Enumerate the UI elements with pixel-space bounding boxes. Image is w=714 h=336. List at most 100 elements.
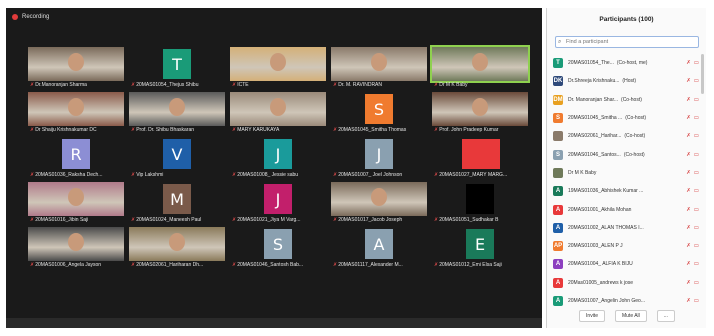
video-tile[interactable]: A ✗20MAS01117_Alexander M... (329, 224, 430, 269)
participant-list: T 20MAS01054_The... (Co-host, me) ✗ ▭ DK Dr.Sh… (553, 54, 701, 306)
participant-name-label: ✗20MAS01021_Jiya M Varg... (232, 217, 326, 224)
video-tile[interactable]: T ✗20MAS01054_Thejus Shibu (127, 44, 228, 89)
participant-video-image (432, 47, 528, 81)
video-tile[interactable]: M ✗20MAS01024_Maneesh Paul (127, 179, 228, 224)
muted-mic-icon: ✗ (434, 217, 439, 223)
muted-mic-icon: ✗ (232, 82, 237, 88)
video-tile[interactable]: ✗Prof. John Pradeep Kumar (430, 89, 531, 134)
video-tile[interactable]: ✗Dr M K Baby (430, 44, 531, 89)
video-off-icon[interactable]: ▭ (694, 280, 699, 286)
muted-mic-icon[interactable]: ✗ (686, 78, 691, 84)
video-tile[interactable]: ✗20MAS02061_Hariharan Dh... (127, 224, 228, 269)
video-tile[interactable]: ✗Dr. M. RAVINDRAN (329, 44, 430, 89)
muted-mic-icon[interactable]: ✗ (686, 152, 691, 158)
participant-row[interactable]: S 20MAS01046_Santos... (Co-host) ✗ ▭ (553, 145, 701, 163)
muted-mic-icon[interactable]: ✗ (686, 298, 691, 304)
video-tile[interactable]: ✗MARY KARUKAYA (228, 89, 329, 134)
video-off-icon[interactable]: ▭ (694, 243, 699, 249)
muted-mic-icon[interactable]: ✗ (686, 207, 691, 213)
participant-name-label: ✗Vip Lakshmi (131, 172, 225, 179)
video-off-icon[interactable]: ▭ (694, 225, 699, 231)
video-tile[interactable]: J ✗20MAS01021_Jiya M Varg... (228, 179, 329, 224)
participant-row[interactable]: Dr M K Baby ✗ ▭ (553, 164, 701, 182)
participant-face (472, 53, 488, 71)
video-tile[interactable]: J ✗20MAS01007_ Joel Johnson (329, 134, 430, 179)
video-tile[interactable]: R ✗20MAS01036_Raksha Dech... (26, 134, 127, 179)
participant-row[interactable]: A 20MAS01001_Akhila Mohan ✗ ▭ (553, 200, 701, 218)
participant-status-icons: ✗ ▭ (686, 152, 699, 158)
video-off-icon[interactable]: ▭ (694, 188, 699, 194)
participant-row[interactable]: A 19MAS01036_Abhishek Kumar ... ✗ ▭ (553, 182, 701, 200)
video-tile[interactable]: S ✗20MAS01045_Smitha Thomas (329, 89, 430, 134)
video-tile[interactable]: ✗Dr.Manoranjan Sharma (26, 44, 127, 89)
muted-mic-icon[interactable]: ✗ (686, 188, 691, 194)
participant-search-input[interactable]: ⌕ Find a participant (555, 36, 699, 48)
video-tile[interactable]: ✗20MAS01016_Jibin Saji (26, 179, 127, 224)
participant-row[interactable]: A 20MAS01002_ALAN THOMAS I... ✗ ▭ (553, 219, 701, 237)
muted-mic-icon[interactable]: ✗ (686, 133, 691, 139)
participant-status-icons: ✗ ▭ (686, 207, 699, 213)
muted-mic-icon[interactable]: ✗ (686, 261, 691, 267)
more-options-button[interactable]: ... (656, 310, 675, 322)
video-feed (129, 227, 225, 261)
video-tile[interactable]: ✗20MAS01006_Angela Jayson (26, 224, 127, 269)
video-tile[interactable]: ✗Prof. Dr. Shibu Bhaskaran (127, 89, 228, 134)
video-off-icon[interactable]: ▭ (694, 207, 699, 213)
video-tile[interactable]: ✗ICTE (228, 44, 329, 89)
video-off-icon[interactable]: ▭ (694, 152, 699, 158)
participant-name-text: Dr M K Baby (439, 82, 468, 88)
video-tile[interactable]: ✗20MAS01017_Jacob Joseph (329, 179, 430, 224)
video-off-icon[interactable]: ▭ (694, 170, 699, 176)
participant-row[interactable]: T 20MAS01054_The... (Co-host, me) ✗ ▭ (553, 54, 701, 72)
muted-mic-icon[interactable]: ✗ (686, 170, 691, 176)
muted-mic-icon: ✗ (30, 217, 35, 223)
video-off-icon[interactable]: ▭ (694, 298, 699, 304)
video-tile[interactable]: E ✗20MAS01012_Emi Elsa Saji (430, 224, 531, 269)
mute-all-button[interactable]: Mute All (614, 310, 647, 322)
participant-row[interactable]: AP 20MAS01003_ALEN P J ✗ ▭ (553, 237, 701, 255)
video-tile[interactable]: ✗Dr Shaiju Krishnakumar DC (26, 89, 127, 134)
video-off-icon[interactable]: ▭ (694, 115, 699, 121)
invite-button[interactable]: Invite (579, 310, 605, 322)
participant-avatar: M (163, 184, 191, 214)
video-feed: S (230, 227, 326, 261)
participant-row[interactable]: DM Dr. Manoranjan Shar... (Co-host) ✗ ▭ (553, 91, 701, 109)
participant-row[interactable]: A 20MAS01004_ ALFIA K BIJU ✗ ▭ (553, 255, 701, 273)
video-off-icon[interactable]: ▭ (694, 78, 699, 84)
participant-row[interactable]: DK Dr.Shreeja Krishnaku... (Host) ✗ ▭ (553, 72, 701, 90)
participant-row[interactable]: S 20MAS01045_Smitha ... (Co-host) ✗ ▭ (553, 109, 701, 127)
participant-row[interactable]: A 20Mas01005_andrews k jose ✗ ▭ (553, 274, 701, 292)
muted-mic-icon[interactable]: ✗ (686, 280, 691, 286)
meeting-bottom-bar (6, 318, 542, 328)
video-tile[interactable]: ✗20MAS01051_Sudhakar B (430, 179, 531, 224)
participant-name-text: 20MAS01021_Jiya M Varg... (237, 217, 301, 223)
video-feed (331, 47, 427, 81)
participant-name-label: ✗MARY KARUKAYA (232, 127, 326, 134)
video-off-icon[interactable]: ▭ (694, 261, 699, 267)
video-off-icon[interactable]: ▭ (694, 133, 699, 139)
muted-mic-icon[interactable]: ✗ (686, 115, 691, 121)
muted-mic-icon[interactable]: ✗ (686, 97, 691, 103)
video-tile[interactable]: S ✗20MAS01046_Santosh Bab... (228, 224, 329, 269)
video-tile[interactable]: ✗20MAS01027_MARY MARG... (430, 134, 531, 179)
muted-mic-icon[interactable]: ✗ (686, 60, 691, 66)
participant-list-name: 20Mas01005_andrews k jose (568, 280, 678, 286)
video-feed: V (129, 137, 225, 171)
participants-panel-title: Participants (100) (599, 15, 654, 23)
participant-list-avatar (553, 167, 563, 178)
video-off-icon[interactable]: ▭ (694, 97, 699, 103)
participant-name-text: 20MAS01051_Sudhakar B (439, 217, 499, 223)
muted-mic-icon[interactable]: ✗ (686, 225, 691, 231)
participant-name-text: 20MAS01016_Jibin Saji (35, 217, 89, 223)
video-off-icon[interactable]: ▭ (694, 60, 699, 66)
video-feed: R (28, 137, 124, 171)
muted-mic-icon: ✗ (131, 262, 136, 268)
muted-mic-icon[interactable]: ✗ (686, 243, 691, 249)
participant-list-scrollbar[interactable] (701, 54, 704, 94)
video-tile[interactable]: V ✗Vip Lakshmi (127, 134, 228, 179)
participant-row[interactable]: 20MAS02061_Harihar... (Co-host) ✗ ▭ (553, 127, 701, 145)
participant-list-name: 20MAS01007_Angelin John Geo... (568, 298, 678, 304)
video-tile[interactable]: J ✗20MAS01008_ Jessie sabu (228, 134, 329, 179)
participant-name-label: ✗Dr. M. RAVINDRAN (333, 82, 427, 89)
participant-name-label: ✗Prof. John Pradeep Kumar (434, 127, 528, 134)
